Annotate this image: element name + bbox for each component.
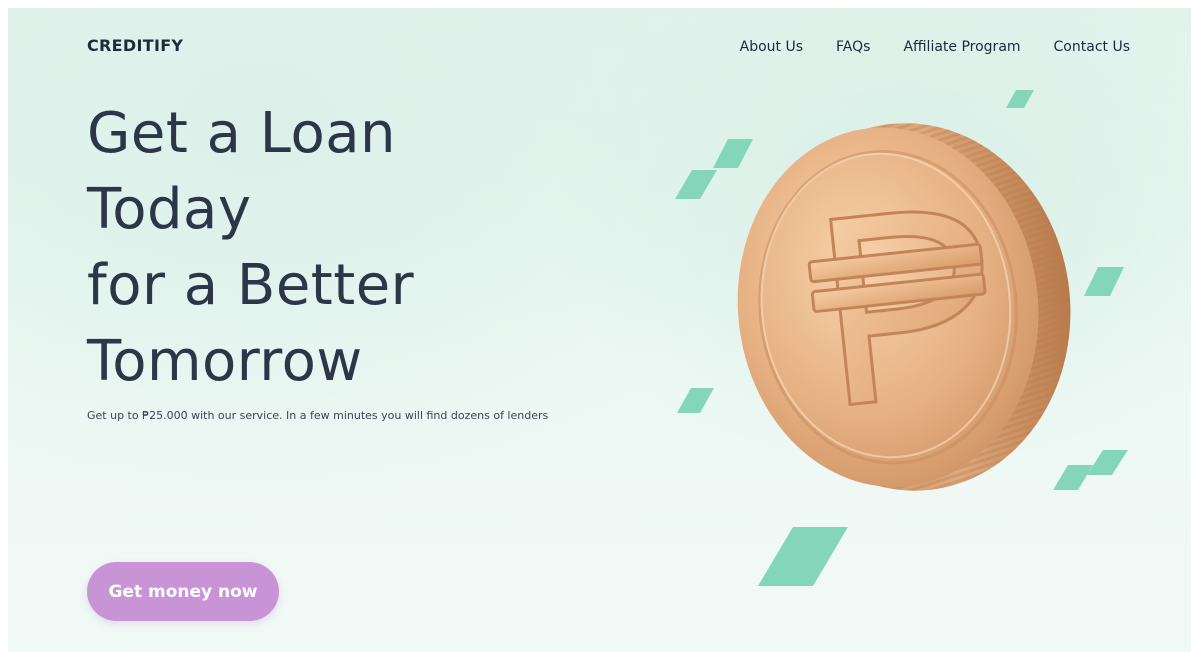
nav-link-faqs[interactable]: FAQs: [836, 39, 870, 55]
hero-subtext: Get up to ₱25.000 with our service. In a…: [87, 409, 549, 422]
headline-line: Get a Loan: [87, 101, 397, 166]
nav-link-contact-us[interactable]: Contact Us: [1054, 39, 1130, 55]
headline-line: Tomorrow: [87, 329, 363, 394]
accent-shape-group: [675, 90, 1128, 586]
get-money-now-button[interactable]: Get money now: [87, 562, 279, 621]
coin-image: [737, 123, 1071, 491]
nav-link-about-us[interactable]: About Us: [740, 39, 803, 55]
hero-headline: Get a Loan Today for a Better Tomorrow: [87, 96, 647, 400]
headline-line: for a Better: [87, 253, 415, 318]
hero-section: CREDITIFY About Us FAQs Affiliate Progra…: [8, 8, 1191, 652]
peso-sign-icon: [807, 210, 987, 407]
headline-line: Today: [87, 177, 252, 242]
nav-link-affiliate-program[interactable]: Affiliate Program: [903, 39, 1020, 55]
main-nav: About Us FAQs Affiliate Program Contact …: [707, 39, 1130, 55]
brand-logo[interactable]: CREDITIFY: [87, 36, 183, 55]
